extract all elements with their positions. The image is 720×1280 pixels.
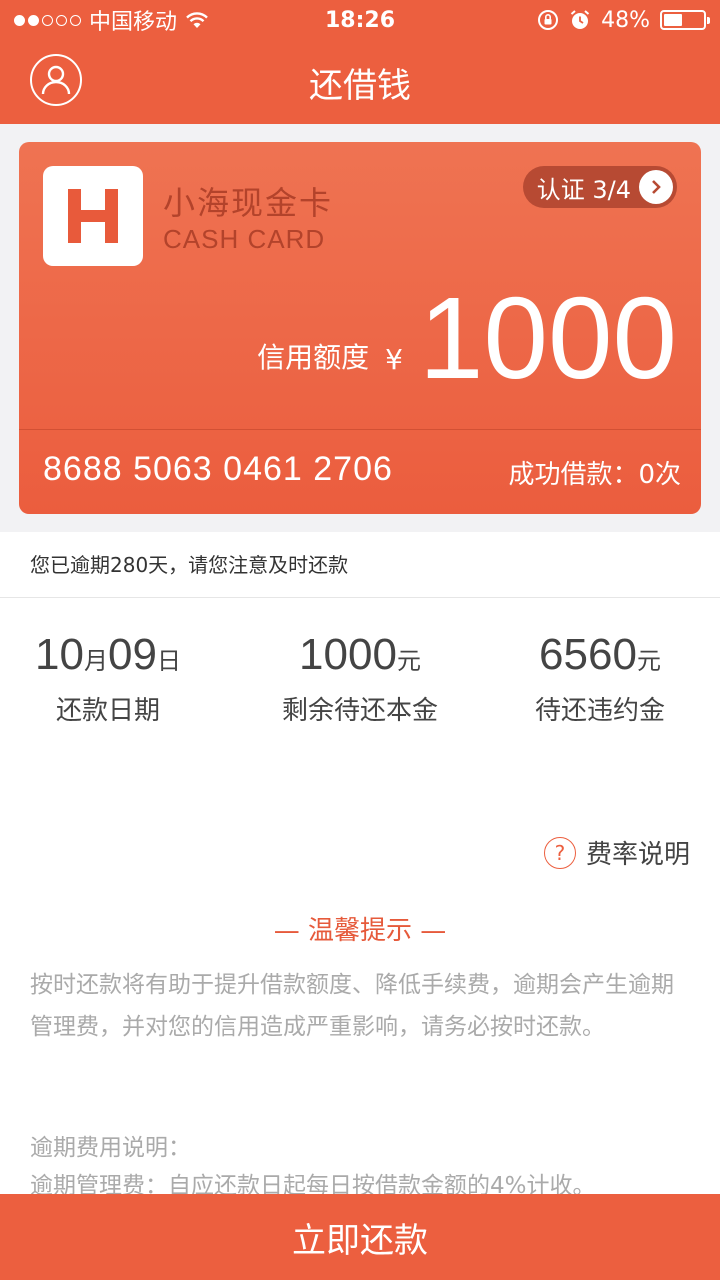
fee-explanation-title: 逾期费用说明： bbox=[30, 1135, 191, 1161]
card-divider bbox=[19, 429, 701, 430]
carrier-name: 中国移动 bbox=[89, 10, 178, 35]
battery-level bbox=[664, 14, 683, 26]
rate-explanation-label: 费率说明 bbox=[585, 840, 690, 870]
rate-explanation-link[interactable]: ? 费率说明 bbox=[543, 834, 690, 871]
card-name: 小海现金卡 bbox=[163, 184, 334, 222]
alarm-icon bbox=[570, 10, 590, 29]
nav-bar: 还借钱 bbox=[0, 40, 720, 124]
repay-now-button[interactable]: 立即还款 bbox=[0, 1194, 720, 1280]
certification-label: 认证 3/4 bbox=[536, 175, 631, 204]
month-unit: 月 bbox=[84, 648, 108, 675]
due-day: 09 bbox=[108, 630, 157, 679]
wifi-icon bbox=[186, 12, 208, 28]
principal-value: 1000 bbox=[299, 630, 397, 679]
penalty-value: 6560 bbox=[539, 630, 637, 679]
day-unit: 日 bbox=[156, 648, 181, 675]
penalty-label: 待还违约金 bbox=[534, 696, 665, 726]
due-date-label: 还款日期 bbox=[55, 696, 160, 726]
signal-strength-icon bbox=[14, 14, 81, 26]
repayment-stats: 10月09日 还款日期 1000元 剩余待还本金 6560元 待还违约金 bbox=[0, 630, 720, 740]
principal-label: 剩余待还本金 bbox=[281, 696, 438, 726]
card-subtitle: CASH CARD bbox=[163, 224, 326, 254]
tips-body: 按时还款将有助于提升借款额度、降低手续费，逾期会产生逾期管理费，并对您的信用造成… bbox=[30, 972, 674, 1040]
top-header: 中国移动 18:26 48% 还借钱 bbox=[0, 0, 720, 124]
principal-unit: 元 bbox=[396, 648, 421, 675]
status-right: 48% bbox=[537, 7, 710, 33]
card-number: 8688 5063 0461 2706 bbox=[43, 450, 393, 488]
credit-limit: 信用额度 ¥ 1000 bbox=[257, 280, 677, 396]
h-logo-icon bbox=[68, 189, 118, 243]
due-month: 10 bbox=[35, 630, 84, 679]
certification-button[interactable]: 认证 3/4 bbox=[522, 166, 677, 208]
penalty-stat: 6560元 待还违约金 bbox=[515, 630, 685, 727]
status-bar: 中国移动 18:26 48% bbox=[0, 0, 720, 40]
battery-icon bbox=[660, 10, 710, 30]
credit-label: 信用额度 bbox=[257, 341, 370, 374]
question-icon: ? bbox=[543, 836, 576, 869]
currency-symbol: ¥ bbox=[385, 343, 403, 376]
penalty-unit: 元 bbox=[636, 648, 661, 675]
tips-title: — 温馨提示 — bbox=[273, 916, 447, 946]
due-date-stat: 10月09日 还款日期 bbox=[28, 630, 188, 727]
principal-stat: 1000元 剩余待还本金 bbox=[270, 630, 450, 727]
rotation-lock-icon bbox=[538, 10, 559, 30]
status-left: 中国移动 bbox=[14, 4, 209, 36]
battery-percent: 48% bbox=[601, 7, 650, 33]
page-title: 还借钱 bbox=[309, 66, 411, 106]
success-loan-count: 成功借款：0次 bbox=[508, 460, 681, 490]
overdue-notice: 您已逾期280天，请您注意及时还款 bbox=[0, 532, 720, 598]
cash-card: 小海现金卡 CASH CARD 认证 3/4 信用额度 ¥ 1000 8688 … bbox=[19, 142, 701, 514]
card-logo bbox=[43, 166, 143, 266]
chevron-right-icon bbox=[639, 170, 673, 204]
credit-amount: 1000 bbox=[418, 273, 677, 403]
